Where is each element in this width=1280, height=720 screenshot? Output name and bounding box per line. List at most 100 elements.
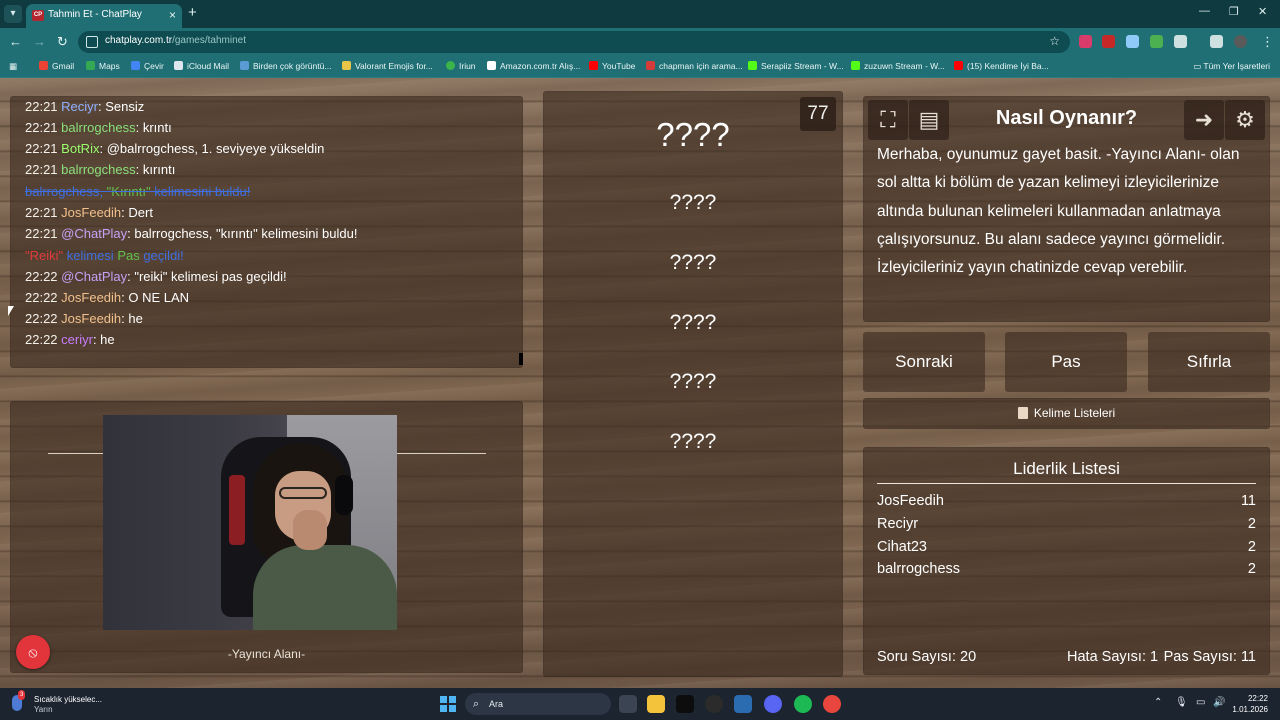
bookmark-iriun[interactable]: Iriun bbox=[446, 61, 476, 71]
windows-taskbar: 3 Sıcaklık yükselec... Yarın ⌕ Ara ⌃ 🎙 ▭ 🔊… bbox=[0, 688, 1280, 720]
windows-start-icon[interactable] bbox=[440, 696, 456, 712]
game-page: 22:21 Reciyr: Sensiz 22:21 balrrogchess:… bbox=[0, 78, 1280, 688]
file-explorer-icon[interactable] bbox=[647, 695, 665, 713]
chat-message: 22:21 BotRix: @balrrogchess, 1. seviyeye… bbox=[25, 141, 325, 156]
bookmark-amazon[interactable]: Amazon.com.tr Alış... bbox=[487, 61, 580, 71]
chat-message: 22:21 @ChatPlay: balrrogchess, "kırıntı"… bbox=[25, 226, 358, 241]
chat-scrollbar[interactable] bbox=[519, 353, 523, 365]
divider bbox=[877, 483, 1256, 484]
microphone-icon[interactable]: 🎙 bbox=[1175, 697, 1188, 708]
audio-app-icon[interactable] bbox=[676, 695, 694, 713]
live-disable-icon[interactable]: ⦸ bbox=[16, 635, 50, 669]
app-icon[interactable] bbox=[705, 695, 723, 713]
game-stats: Soru Sayısı: 20 Hata Sayısı: 1 Pas Sayıs… bbox=[877, 649, 1256, 665]
leaderboard-row: Reciyr 2 bbox=[877, 516, 1256, 532]
browser-tab[interactable]: CP Tahmin Et - ChatPlay × bbox=[26, 4, 182, 28]
system-clock[interactable]: 22:22 1.01.2026 bbox=[1232, 693, 1268, 715]
close-window-icon[interactable]: ✕ bbox=[1258, 5, 1267, 18]
close-tab-icon[interactable]: × bbox=[169, 4, 176, 26]
taskbar-search[interactable]: ⌕ Ara bbox=[465, 693, 611, 715]
bookmark-zuzuwn-stream[interactable]: zuzuwn Stream - W... bbox=[851, 61, 945, 71]
chat-message: 22:22 ceriyr: he bbox=[25, 332, 115, 347]
forward-icon[interactable]: → bbox=[33, 34, 46, 49]
volume-icon[interactable]: 🔊 bbox=[1213, 697, 1225, 708]
tab-title: Tahmin Et - ChatPlay bbox=[48, 9, 142, 20]
word-lists-button[interactable]: Kelime Listeleri bbox=[863, 398, 1270, 429]
chat-panel: 22:21 Reciyr: Sensiz 22:21 balrrogchess:… bbox=[10, 96, 523, 368]
webcam-overlay bbox=[103, 415, 397, 630]
logout-icon[interactable]: ➜ bbox=[1184, 100, 1224, 140]
extension-icon[interactable] bbox=[1150, 35, 1163, 48]
discord-icon[interactable] bbox=[764, 695, 782, 713]
list-icon bbox=[1017, 407, 1028, 419]
bookmark-chapman-search[interactable]: chapman için arama... bbox=[646, 61, 743, 71]
leaderboard-panel: Liderlik Listesi JosFeedih 11 Reciyr 2 Cih… bbox=[863, 447, 1270, 675]
pass-count: Pas Sayısı: 11 bbox=[1163, 649, 1256, 665]
network-icon[interactable]: ▭ bbox=[1196, 697, 1205, 708]
chat-message: 22:22 JosFeedih: O NE LAN bbox=[25, 290, 190, 305]
weather-badge: 3 bbox=[18, 690, 26, 700]
mouse-cursor bbox=[8, 306, 14, 316]
task-view-icon[interactable] bbox=[619, 695, 637, 713]
chat-message: 22:22 @ChatPlay: "reiki" kelimesi pas ge… bbox=[25, 269, 287, 284]
back-icon[interactable]: ← bbox=[9, 34, 22, 49]
chat-system-pass-message: "Reiki" kelimesi Pas geçildi! bbox=[25, 248, 184, 263]
forbidden-word: ???? bbox=[669, 191, 717, 214]
leaderboard-row: Cihat23 2 bbox=[877, 539, 1256, 555]
chat-message: 22:21 balrrogchess: krıntı bbox=[25, 120, 172, 135]
bookmark-youtube[interactable]: YouTube bbox=[589, 61, 635, 71]
reset-button[interactable]: Sıfırla bbox=[1148, 332, 1270, 392]
streamer-area-panel: -Yayıncı Alanı- bbox=[10, 401, 523, 673]
chrome-icon[interactable] bbox=[823, 695, 841, 713]
spotify-icon[interactable] bbox=[794, 695, 812, 713]
bookmark-valorant-emojis[interactable]: Valorant Emojis for... bbox=[342, 61, 433, 71]
chat-message: 22:21 Reciyr: Sensiz bbox=[25, 99, 145, 114]
how-to-play-text: Merhaba, oyunumuz gayet basit. -Yayıncı … bbox=[877, 146, 1240, 277]
minimize-icon[interactable]: — bbox=[1199, 5, 1210, 17]
reading-list-icon[interactable] bbox=[1210, 35, 1223, 48]
tab-search-icon[interactable]: ▾ bbox=[4, 5, 22, 23]
omnibox[interactable]: chatplay.com.tr/games/tahminet ☆ bbox=[78, 31, 1070, 53]
error-count: Hata Sayısı: 1 bbox=[1067, 649, 1159, 665]
forbidden-word: ???? bbox=[669, 430, 717, 453]
bookmarks-bar: ▦ Gmail Maps Çevir iCloud Mail Birden ço… bbox=[0, 56, 1280, 78]
extension-icon[interactable] bbox=[1079, 35, 1092, 48]
menu-icon[interactable]: ⋮ bbox=[1261, 34, 1274, 50]
question-count: Soru Sayısı: 20 bbox=[877, 649, 977, 665]
next-button[interactable]: Sonraki bbox=[863, 332, 985, 392]
settings-gear-icon[interactable]: ⚙ bbox=[1225, 100, 1265, 140]
bookmark-serapiiz-stream[interactable]: Serapiiz Stream - W... bbox=[748, 61, 844, 71]
forbidden-word: ???? bbox=[669, 370, 717, 393]
site-info-icon[interactable] bbox=[86, 36, 98, 48]
bookmark-icloud-mail[interactable]: iCloud Mail bbox=[174, 61, 229, 71]
chat-message: 22:21 JosFeedih: Dert bbox=[25, 205, 153, 220]
new-tab-button[interactable]: + bbox=[188, 4, 197, 21]
extension-icon[interactable] bbox=[1126, 35, 1139, 48]
leaderboard-row: balrrogchess 2 bbox=[877, 561, 1256, 577]
how-to-play-panel: ⛶ ▤ Nasıl Oynanır? ➜ ⚙ Merhaba, oyunumuz… bbox=[863, 96, 1270, 322]
forbidden-word: ???? bbox=[669, 251, 717, 274]
url-text[interactable]: chatplay.com.tr/games/tahminet bbox=[105, 35, 246, 46]
pass-button[interactable]: Pas bbox=[1005, 332, 1127, 392]
extension-icon[interactable] bbox=[1102, 35, 1115, 48]
bookmark-maps[interactable]: Maps bbox=[86, 61, 120, 71]
restore-icon[interactable]: ❐ bbox=[1229, 5, 1239, 18]
app-icon[interactable] bbox=[734, 695, 752, 713]
bookmark-multi-image[interactable]: Birden çok görüntü... bbox=[240, 61, 331, 71]
all-bookmarks-folder[interactable]: ▭ Tüm Yer İşaretleri bbox=[1193, 61, 1270, 72]
leaderboard-title: Liderlik Listesi bbox=[1013, 459, 1120, 478]
bookmark-youtube-video[interactable]: (15) Kendime İyi Ba... bbox=[954, 61, 1049, 71]
address-bar-row: ← → ↻ chatplay.com.tr/games/tahminet ☆ ⋮ bbox=[0, 28, 1280, 56]
target-word: ???? bbox=[656, 116, 730, 153]
tray-overflow-icon[interactable]: ⌃ bbox=[1154, 697, 1162, 708]
extensions-puzzle-icon[interactable] bbox=[1174, 35, 1187, 48]
reload-icon[interactable]: ↻ bbox=[57, 34, 68, 50]
apps-grid-icon[interactable]: ▦ bbox=[9, 61, 17, 72]
bookmark-translate[interactable]: Çevir bbox=[131, 61, 164, 71]
profile-avatar[interactable] bbox=[1234, 35, 1247, 48]
browser-tab-strip: ▾ CP Tahmin Et - ChatPlay × + — ❐ ✕ bbox=[0, 0, 1280, 28]
bookmark-star-icon[interactable]: ☆ bbox=[1049, 34, 1060, 48]
chat-message: 22:21 balrrogchess: kırıntı bbox=[25, 162, 176, 177]
bookmark-gmail[interactable]: Gmail bbox=[39, 61, 74, 71]
chat-message: 22:22 JosFeedih: he bbox=[25, 311, 143, 326]
